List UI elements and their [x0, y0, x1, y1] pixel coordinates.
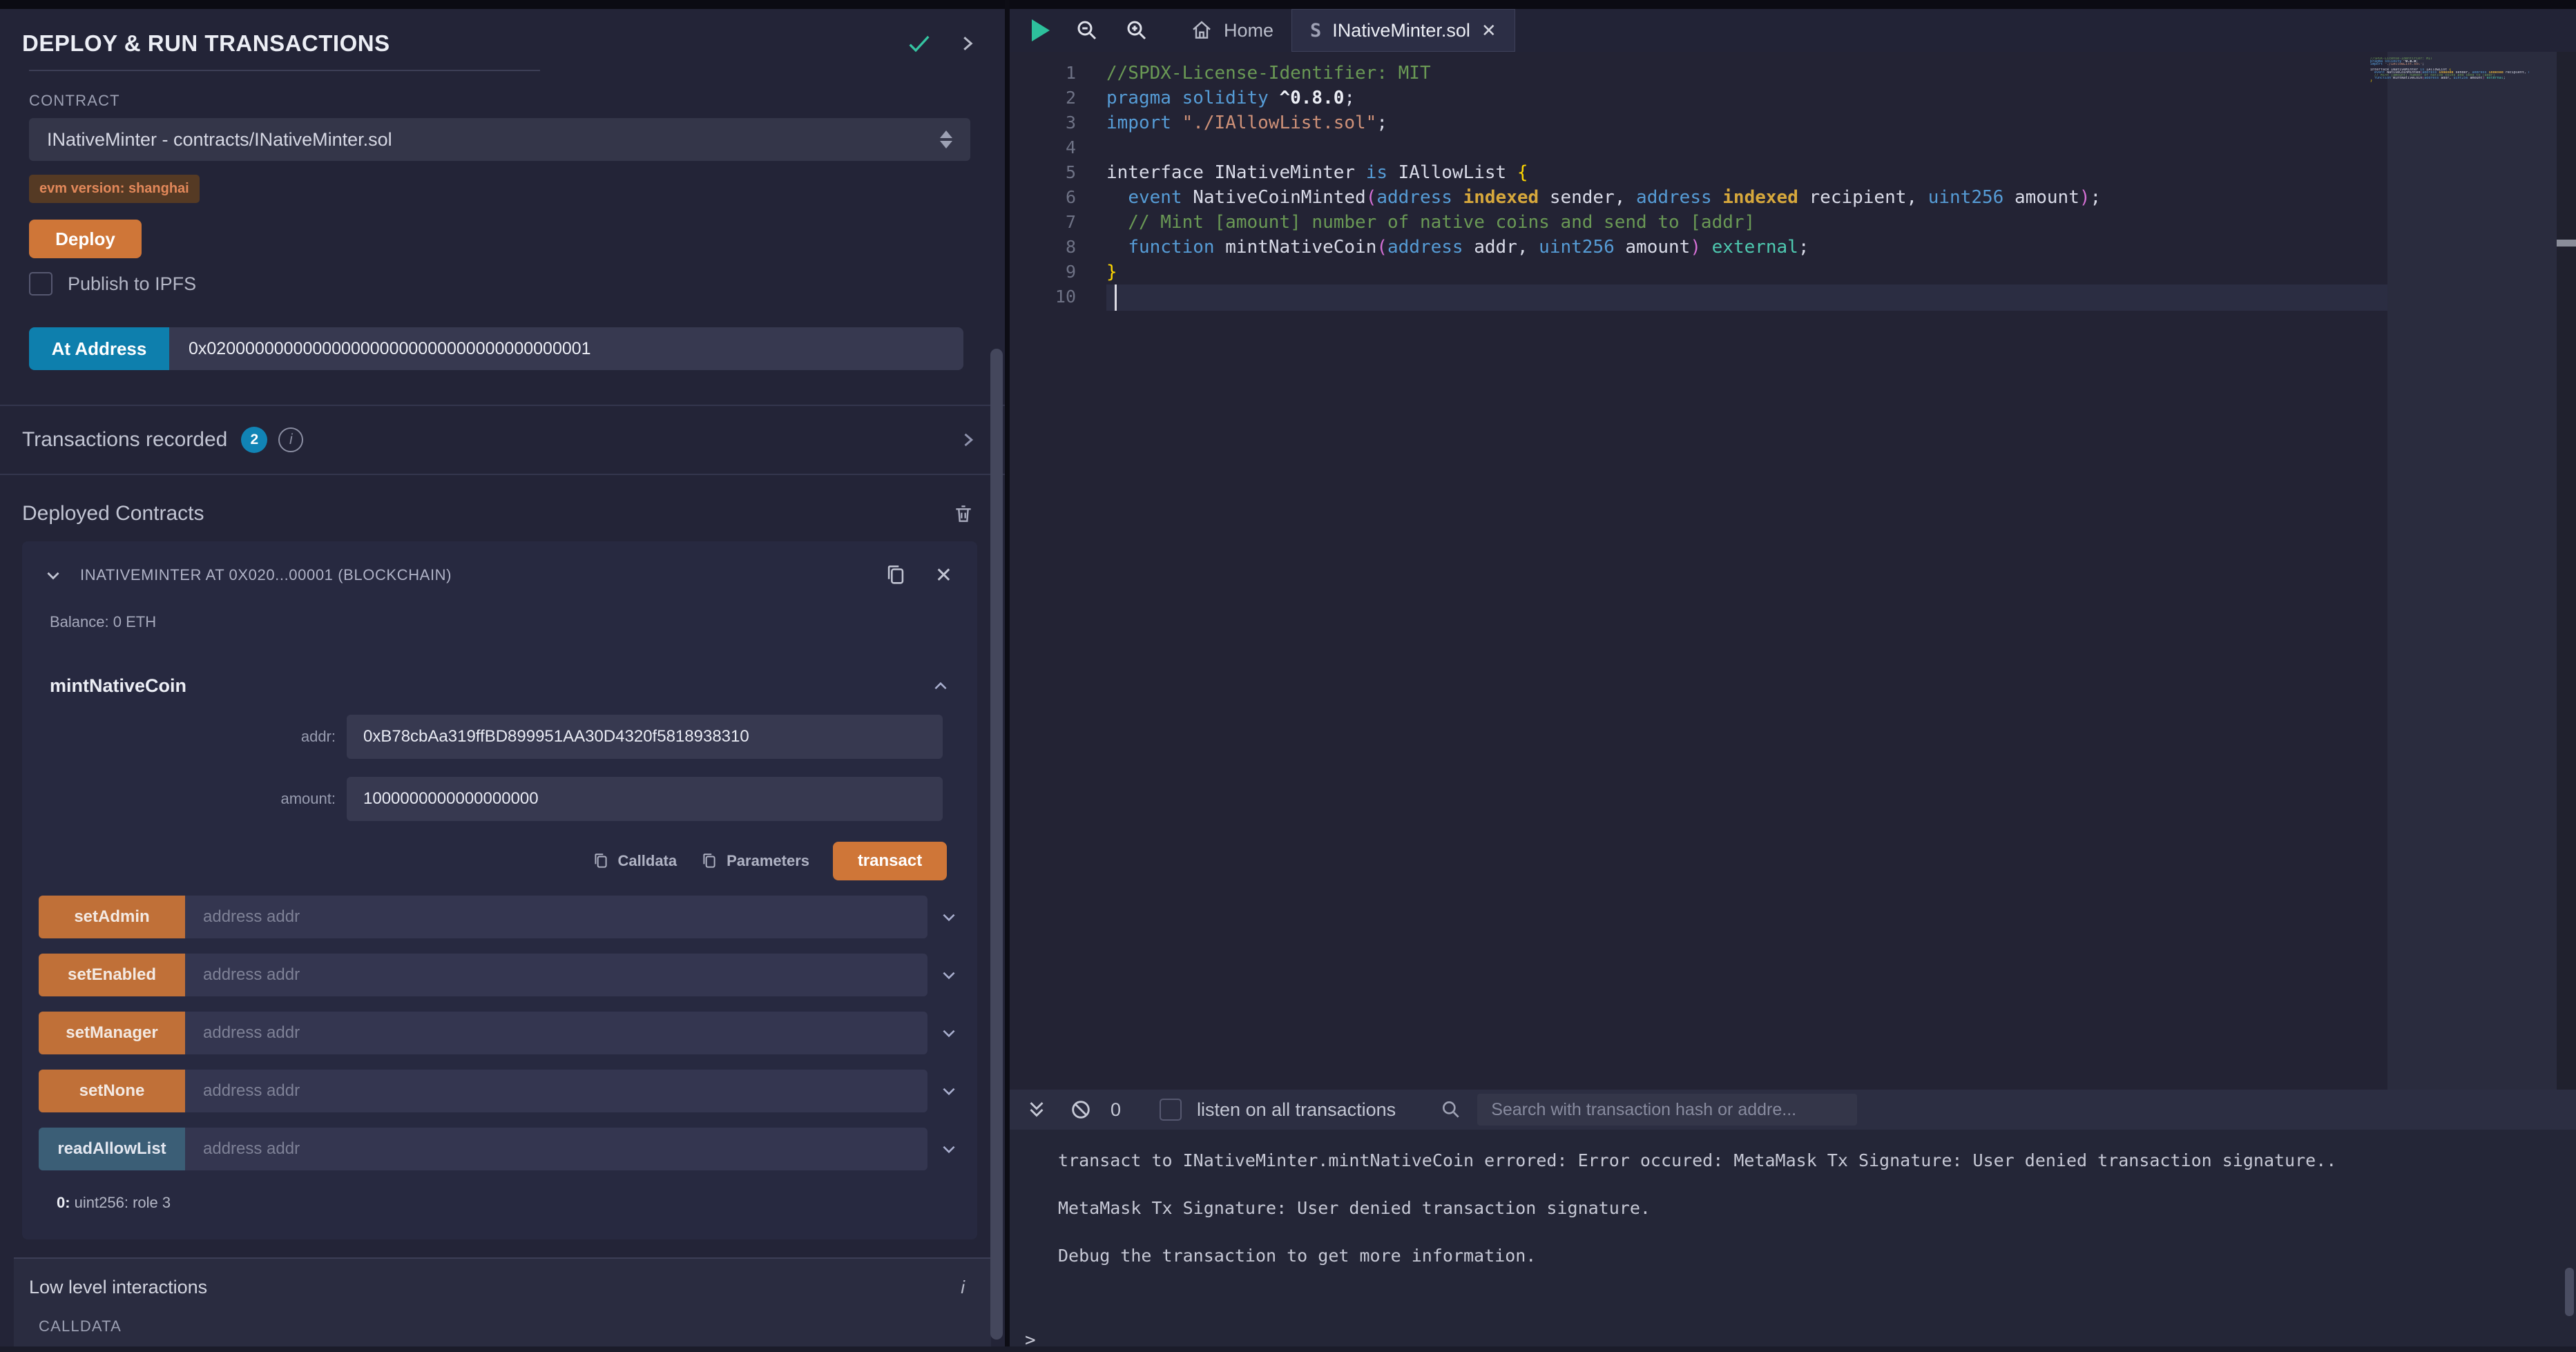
window-bottom-edge — [0, 1346, 2576, 1352]
editor-scrollbar-thumb[interactable] — [2557, 240, 2576, 247]
tab-inativeminter[interactable]: S INativeMinter.sol ✕ — [1291, 9, 1515, 52]
publish-ipfs-label: Publish to IPFS — [68, 273, 196, 295]
amount-field-label: amount: — [22, 790, 347, 808]
parameters-button-label: Parameters — [727, 852, 809, 870]
setAdmin-expand-chevron-icon[interactable] — [937, 908, 961, 926]
zoom-out-icon[interactable] — [1075, 18, 1099, 43]
deployed-contracts-title: Deployed Contracts — [22, 502, 204, 525]
result-index: 0: — [57, 1194, 70, 1211]
panel-scrollbar[interactable] — [990, 349, 1003, 1340]
transactions-recorded-label: Transactions recorded — [22, 428, 227, 452]
panel-title: DEPLOY & RUN TRANSACTIONS — [22, 30, 390, 57]
deployed-contract-card: INATIVEMINTER AT 0X020...00001 (BLOCKCHA… — [22, 541, 977, 1239]
setNone-button[interactable]: setNone — [39, 1070, 185, 1112]
tab-close-icon[interactable]: ✕ — [1481, 20, 1497, 41]
result-value: uint256: role 3 — [70, 1194, 171, 1211]
transactions-recorded-row: Transactions recorded 2 i — [0, 405, 1005, 475]
calldata-label: CALLDATA — [39, 1317, 974, 1335]
setManager-button[interactable]: setManager — [39, 1012, 185, 1054]
readAllowList-input[interactable]: address addr — [185, 1128, 927, 1170]
terminal-log-line: Debug the transaction to get more inform… — [1058, 1246, 2576, 1266]
listen-transactions-checkbox[interactable] — [1160, 1099, 1182, 1121]
run-script-play-icon[interactable] — [1032, 19, 1050, 41]
transactions-info-icon[interactable]: i — [278, 427, 303, 452]
transactions-count-badge: 2 — [241, 427, 267, 453]
solidity-file-icon: S — [1310, 20, 1321, 41]
terminal-search-input[interactable]: Search with transaction hash or addre... — [1477, 1094, 1857, 1126]
search-icon — [1440, 1099, 1462, 1121]
deploy-button[interactable]: Deploy — [29, 220, 142, 258]
evm-version-badge: evm version: shanghai — [29, 175, 200, 203]
minimap-column[interactable]: //SPDX-License-Identifier: MITpragma sol… — [2387, 52, 2557, 1090]
addr-field-input[interactable]: 0xB78cbAa319ffBD899951AA30D4320f58189383… — [347, 715, 943, 759]
copy-parameters-button[interactable]: Parameters — [700, 851, 809, 871]
readAllowList-result: 0: uint256: role 3 — [57, 1194, 977, 1212]
setAdmin-input[interactable]: address addr — [185, 896, 927, 938]
select-updown-icon — [940, 131, 952, 148]
tab-home-label: Home — [1224, 20, 1273, 41]
remove-contract-close-icon[interactable]: ✕ — [935, 563, 952, 588]
setEnabled-button[interactable]: setEnabled — [39, 954, 185, 996]
compile-success-check-icon — [905, 30, 933, 57]
minimap: //SPDX-License-Identifier: MITpragma sol… — [2370, 57, 2529, 85]
code-editor[interactable]: 12345678910 //SPDX-License-Identifier: M… — [1010, 52, 2576, 1090]
publish-ipfs-checkbox[interactable] — [29, 272, 52, 296]
terminal-collapse-icon[interactable] — [1025, 1098, 1048, 1121]
collapse-panel-chevron-icon[interactable] — [957, 32, 977, 55]
setEnabled-expand-chevron-icon[interactable] — [937, 966, 961, 984]
setNone-expand-chevron-icon[interactable] — [937, 1082, 961, 1100]
terminal-log-line: MetaMask Tx Signature: User denied trans… — [1058, 1198, 2576, 1218]
editor-scrollbar[interactable] — [2557, 52, 2576, 1090]
transact-button[interactable]: transact — [833, 842, 947, 880]
readAllowList-expand-chevron-icon[interactable] — [937, 1140, 961, 1158]
contract-collapse-chevron-icon[interactable] — [41, 566, 65, 584]
low-level-title: Low level interactions — [29, 1277, 207, 1298]
tab-home[interactable]: Home — [1173, 9, 1291, 52]
setManager-expand-chevron-icon[interactable] — [937, 1024, 961, 1042]
home-icon — [1191, 19, 1213, 41]
setAdmin-button[interactable]: setAdmin — [39, 896, 185, 938]
readAllowList-button[interactable]: readAllowList — [39, 1128, 185, 1170]
editor-tabbar: Home S INativeMinter.sol ✕ — [1010, 9, 2576, 52]
line-numbers: 12345678910 — [1010, 61, 1106, 309]
deploy-run-panel: DEPLOY & RUN TRANSACTIONS CONTRACT INati… — [0, 9, 1005, 1346]
amount-field-input[interactable]: 1000000000000000000 — [347, 777, 943, 821]
editor-area: Home S INativeMinter.sol ✕ 12345678910 /… — [1010, 9, 2576, 1352]
low-level-interactions-card: Low level interactions i CALLDATA Transa… — [14, 1257, 991, 1346]
code-lines: //SPDX-License-Identifier: MITpragma sol… — [1106, 61, 2383, 309]
panel-editor-divider[interactable] — [1005, 0, 1010, 1352]
function-name-mintNativeCoin: mintNativeCoin — [50, 675, 186, 697]
setNone-input[interactable]: address addr — [185, 1070, 927, 1112]
addr-field-label: addr: — [22, 728, 347, 746]
copy-address-icon[interactable] — [884, 562, 907, 588]
contract-label: CONTRACT — [29, 92, 1005, 110]
low-level-info-icon[interactable]: i — [961, 1277, 974, 1298]
trash-icon[interactable] — [952, 501, 974, 526]
setEnabled-input[interactable]: address addr — [185, 954, 927, 996]
copy-calldata-button[interactable]: Calldata — [592, 851, 677, 871]
at-address-input[interactable]: 0x02000000000000000000000000000000000000… — [169, 327, 963, 370]
zoom-in-icon[interactable] — [1124, 18, 1149, 43]
terminal-scrollbar-thumb[interactable] — [2565, 1268, 2574, 1316]
tab-inativeminter-label: INativeMinter.sol — [1332, 20, 1470, 41]
contract-balance: Balance: 0 ETH — [50, 613, 977, 631]
terminal-toolbar: 0 listen on all transactions Search with… — [1010, 1090, 2576, 1130]
at-address-button[interactable]: At Address — [29, 327, 169, 370]
terminal: 0 listen on all transactions Search with… — [1010, 1090, 2576, 1352]
title-underline — [29, 70, 540, 71]
window-top-edge — [0, 0, 2576, 9]
setManager-input[interactable]: address addr — [185, 1012, 927, 1054]
clear-console-ban-icon[interactable] — [1069, 1098, 1093, 1121]
remix-ide-window: DEPLOY & RUN TRANSACTIONS CONTRACT INati… — [0, 0, 2576, 1352]
pending-tx-count: 0 — [1111, 1099, 1121, 1121]
listen-transactions-label: listen on all transactions — [1197, 1099, 1396, 1121]
terminal-output[interactable]: transact to INativeMinter.mintNativeCoin… — [1010, 1130, 2576, 1352]
terminal-log-line: transact to INativeMinter.mintNativeCoin… — [1058, 1150, 2576, 1170]
calldata-button-label: Calldata — [618, 852, 677, 870]
deployed-contract-title: INATIVEMINTER AT 0X020...00001 (BLOCKCHA… — [80, 566, 452, 584]
transactions-expand-chevron-icon[interactable] — [958, 429, 977, 451]
function-collapse-chevron-up-icon[interactable] — [929, 677, 952, 695]
contract-select[interactable]: INativeMinter - contracts/INativeMinter.… — [29, 118, 970, 161]
contract-select-value: INativeMinter - contracts/INativeMinter.… — [47, 129, 392, 151]
